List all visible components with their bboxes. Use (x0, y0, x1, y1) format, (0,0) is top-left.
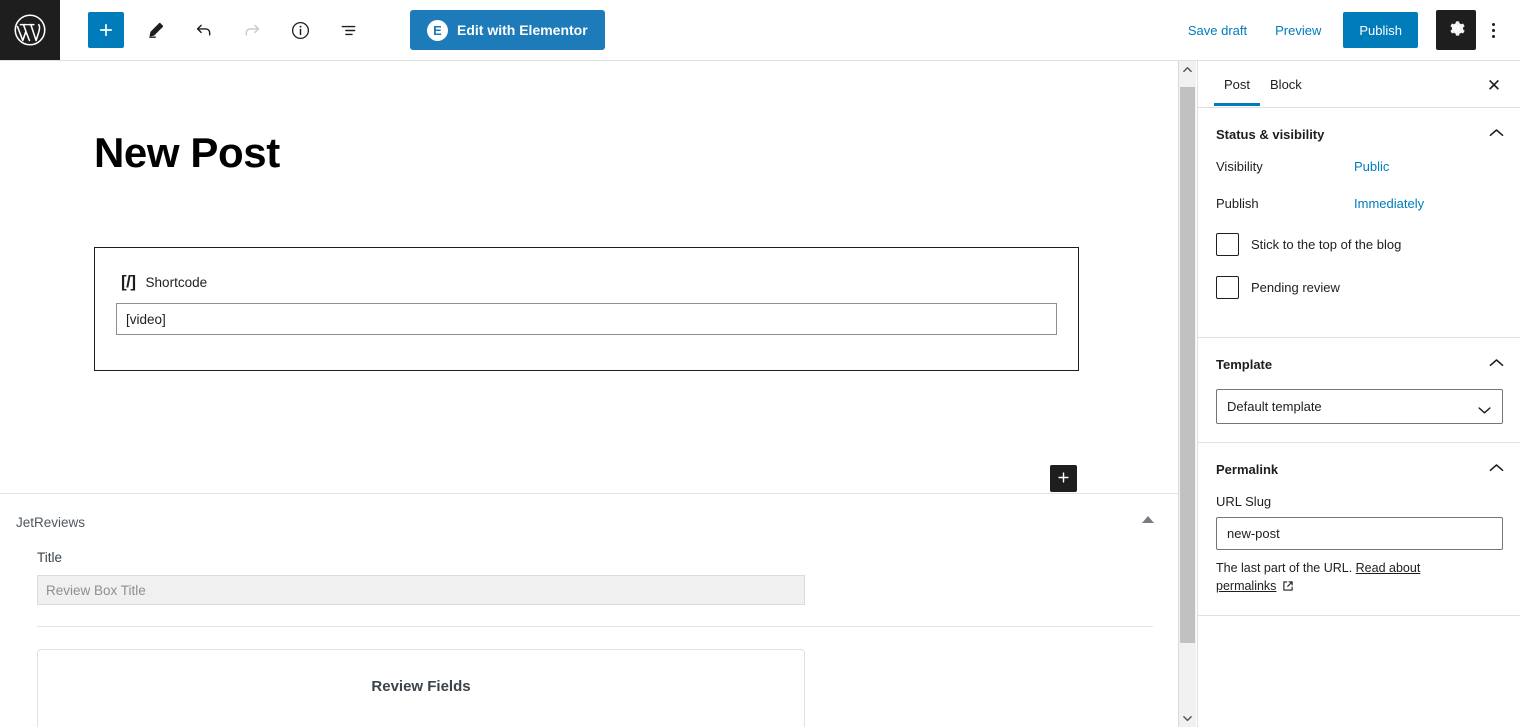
kebab-dot-3 (1491, 34, 1495, 38)
jetreviews-metabox-body: Title Review Fields (0, 550, 1178, 727)
template-select-wrapper: Default template (1216, 389, 1503, 424)
redo-icon (242, 20, 262, 40)
pending-review-checkbox-label: Pending review (1251, 280, 1340, 295)
undo-icon (194, 20, 214, 40)
list-view-icon (338, 20, 359, 41)
tools-mode-button[interactable] (138, 12, 174, 48)
chevron-up-icon[interactable] (1489, 125, 1504, 143)
pencil-icon (146, 20, 166, 40)
permalink-help-text: The last part of the URL. Read about per… (1216, 559, 1471, 597)
permalink-help-prefix: The last part of the URL. (1216, 561, 1356, 575)
sticky-checkbox[interactable] (1216, 233, 1239, 256)
panel-status-and-visibility: Status & visibility Visibility Public Pu… (1198, 108, 1520, 338)
add-block-button[interactable] (88, 12, 124, 48)
panel-permalink-header[interactable]: Permalink (1198, 443, 1520, 494)
publish-button[interactable]: Publish (1343, 12, 1418, 48)
editor-canvas: New Post [/] Shortcode JetReviews Title … (0, 61, 1178, 727)
panel-status-header[interactable]: Status & visibility (1198, 108, 1520, 159)
tab-post[interactable]: Post (1214, 63, 1261, 106)
scroll-down-arrow-icon[interactable] (1179, 710, 1196, 727)
more-options-button[interactable] (1476, 12, 1510, 48)
jetreviews-metabox-header[interactable]: JetReviews (0, 494, 1178, 550)
details-info-button[interactable] (282, 12, 318, 48)
shortcode-icon: [/] (121, 272, 136, 291)
toolbar-left-group: E Edit with Elementor (60, 10, 605, 50)
publish-date-value-button[interactable]: Immediately (1354, 196, 1424, 211)
metabox-divider (37, 626, 1153, 627)
panel-template-title: Template (1216, 356, 1273, 372)
shortcode-block[interactable]: [/] Shortcode (94, 247, 1079, 371)
shortcode-input[interactable] (116, 303, 1057, 335)
publish-date-label: Publish (1216, 196, 1259, 211)
panel-permalink: Permalink URL Slug The last part of the … (1198, 443, 1520, 617)
shortcode-block-label: Shortcode (145, 274, 208, 290)
panel-template-body: Default template (1198, 389, 1520, 442)
jetreviews-metabox-title: JetReviews (16, 514, 86, 530)
collapse-triangle-icon[interactable] (1142, 516, 1154, 523)
pending-review-checkbox-row[interactable]: Pending review (1216, 276, 1502, 299)
visibility-row: Visibility Public (1216, 159, 1502, 174)
jetreviews-metabox: JetReviews Title Review Fields (0, 493, 1178, 727)
kebab-dot-2 (1491, 28, 1495, 32)
shortcode-block-header: [/] Shortcode (95, 248, 1078, 292)
plus-icon (1056, 470, 1071, 488)
kebab-dot-1 (1491, 22, 1495, 26)
block-inserter-button[interactable] (1050, 465, 1077, 492)
undo-button[interactable] (186, 12, 222, 48)
edit-with-elementor-label: Edit with Elementor (457, 22, 588, 38)
editor-vertical-scrollbar[interactable] (1178, 61, 1196, 727)
visibility-label: Visibility (1216, 159, 1263, 174)
settings-button[interactable] (1436, 10, 1476, 50)
review-fields-heading: Review Fields (371, 678, 471, 695)
jetreviews-title-input[interactable] (37, 575, 805, 605)
panel-permalink-body: URL Slug The last part of the URL. Read … (1198, 494, 1520, 615)
tab-block[interactable]: Block (1260, 63, 1312, 105)
template-select[interactable]: Default template (1216, 389, 1503, 424)
edit-with-elementor-button[interactable]: E Edit with Elementor (410, 10, 605, 50)
panel-status-title: Status & visibility (1216, 126, 1325, 142)
jetreviews-title-label: Title (37, 550, 63, 565)
panel-status-body: Visibility Public Publish Immediately St… (1198, 159, 1520, 337)
publish-date-row: Publish Immediately (1216, 196, 1502, 211)
chevron-up-icon[interactable] (1489, 460, 1504, 478)
panel-template: Template Default template (1198, 338, 1520, 443)
review-fields-box: Review Fields (37, 649, 805, 727)
gear-icon (1447, 19, 1466, 41)
info-icon (290, 20, 311, 41)
sticky-checkbox-label: Stick to the top of the blog (1251, 237, 1402, 252)
chevron-up-icon[interactable] (1489, 355, 1504, 373)
editor-top-toolbar: E Edit with Elementor Save draft Preview… (0, 0, 1520, 61)
visibility-value-button[interactable]: Public (1354, 159, 1389, 174)
external-link-icon (1278, 581, 1293, 595)
wordpress-logo-button[interactable] (0, 0, 60, 60)
panel-template-header[interactable]: Template (1198, 338, 1520, 389)
save-draft-button[interactable]: Save draft (1174, 15, 1261, 46)
list-view-button[interactable] (330, 12, 366, 48)
toolbar-right-group: Save draft Preview Publish (1174, 10, 1520, 50)
wordpress-logo-icon (13, 13, 47, 47)
url-slug-input[interactable] (1216, 517, 1503, 550)
url-slug-label: URL Slug (1216, 494, 1272, 509)
scroll-up-arrow-icon[interactable] (1179, 61, 1196, 78)
close-sidebar-button[interactable]: ✕ (1480, 71, 1508, 99)
scrollbar-thumb[interactable] (1180, 87, 1195, 643)
preview-button[interactable]: Preview (1261, 15, 1335, 46)
panel-permalink-title: Permalink (1216, 461, 1279, 477)
plus-icon (97, 21, 115, 39)
post-title[interactable]: New Post (0, 61, 1178, 177)
pending-review-checkbox[interactable] (1216, 276, 1239, 299)
sticky-checkbox-row[interactable]: Stick to the top of the blog (1216, 233, 1502, 256)
redo-button[interactable] (234, 12, 270, 48)
elementor-logo-icon: E (427, 19, 448, 41)
post-settings-sidebar: Post Block ✕ Status & visibility Visibil… (1197, 61, 1520, 727)
sidebar-tabs: Post Block ✕ (1198, 61, 1520, 108)
